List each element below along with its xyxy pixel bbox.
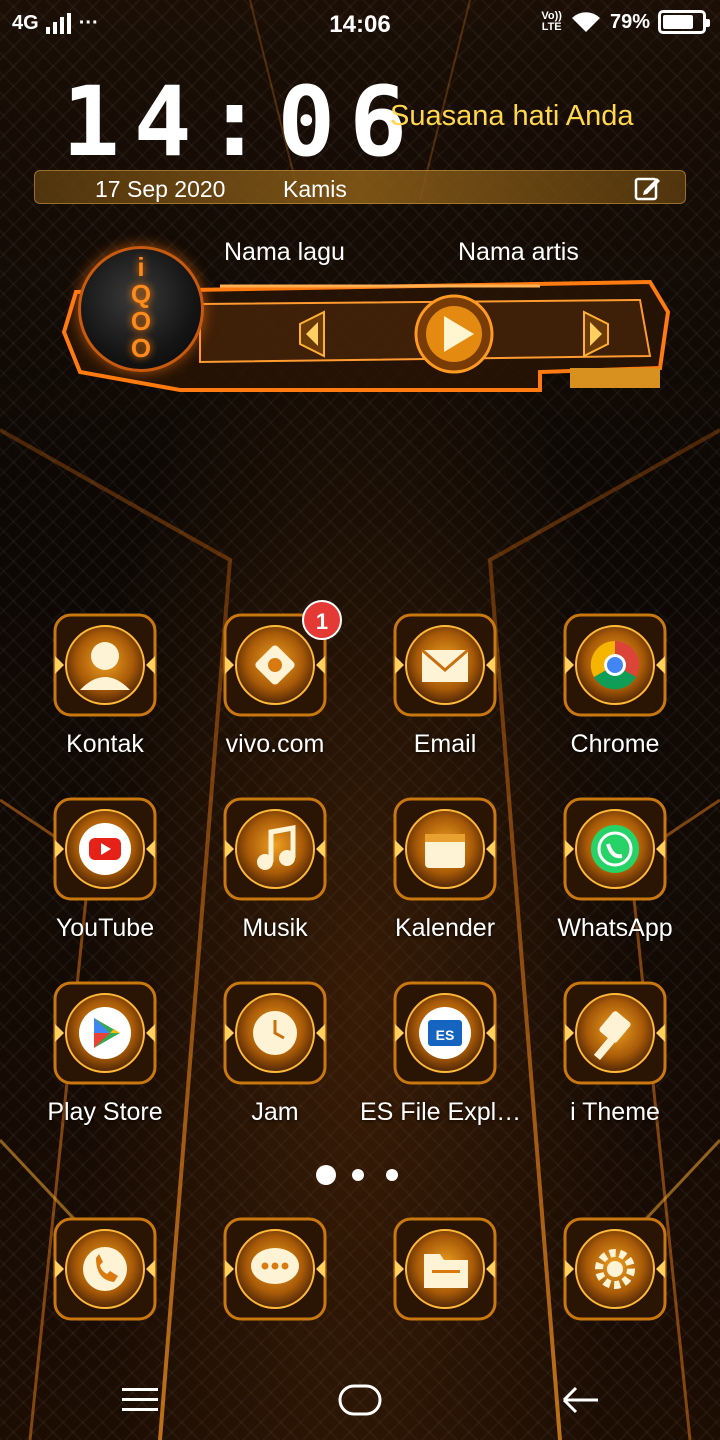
app-label: Musik bbox=[242, 914, 308, 942]
app-label: Jam bbox=[251, 1098, 299, 1126]
menu-button[interactable] bbox=[110, 1378, 170, 1422]
battery-percent: 79% bbox=[609, 10, 650, 33]
play-store-icon[interactable] bbox=[52, 980, 158, 1086]
dock-messages[interactable] bbox=[190, 1216, 360, 1322]
page-dot[interactable] bbox=[386, 1169, 398, 1181]
app-theme[interactable]: i Theme bbox=[530, 980, 700, 1127]
app-contacts[interactable]: Kontak bbox=[20, 612, 190, 759]
theme-icon[interactable] bbox=[562, 980, 668, 1086]
volte-icon: Vo)) LTE bbox=[541, 10, 562, 33]
next-track-button[interactable] bbox=[582, 310, 610, 358]
contacts-icon[interactable] bbox=[52, 612, 158, 718]
app-youtube[interactable]: YouTube bbox=[20, 796, 190, 943]
page-indicator bbox=[316, 1165, 406, 1185]
date-text: 17 Sep 2020 bbox=[95, 176, 226, 202]
app-label: YouTube bbox=[55, 914, 155, 942]
dock-files[interactable] bbox=[360, 1216, 530, 1322]
previous-track-button[interactable] bbox=[298, 310, 326, 358]
navigation-bar bbox=[0, 1360, 720, 1440]
date-bar[interactable]: 17 Sep 2020 Kamis bbox=[34, 170, 686, 204]
app-label: vivo.com bbox=[225, 730, 325, 758]
app-chrome[interactable]: Chrome bbox=[530, 612, 700, 759]
chrome-icon[interactable] bbox=[562, 612, 668, 718]
dock-phone[interactable] bbox=[20, 1216, 190, 1322]
app-clock[interactable]: Jam bbox=[190, 980, 360, 1127]
mood-text[interactable]: Suasana hati Anda bbox=[390, 100, 633, 133]
email-icon[interactable] bbox=[392, 612, 498, 718]
app-label: i Theme bbox=[570, 1098, 660, 1126]
files-icon[interactable] bbox=[392, 1216, 498, 1322]
calendar-icon[interactable] bbox=[392, 796, 498, 902]
app-label: WhatsApp bbox=[557, 914, 673, 942]
dock-settings[interactable] bbox=[530, 1216, 700, 1322]
notification-badge: 1 bbox=[302, 600, 342, 640]
app-label: Kalender bbox=[394, 914, 496, 942]
day-text: Kamis bbox=[283, 176, 347, 202]
svg-text:ES: ES bbox=[436, 1027, 455, 1043]
es-file-explorer-icon[interactable]: ES bbox=[392, 980, 498, 1086]
messages-icon[interactable] bbox=[222, 1216, 328, 1322]
battery-icon bbox=[658, 10, 710, 34]
music-icon[interactable] bbox=[222, 796, 328, 902]
iqoo-logo-text: i Q O O bbox=[130, 252, 152, 363]
wifi-icon bbox=[571, 12, 600, 32]
app-label: Chrome bbox=[570, 730, 660, 758]
app-label: ES File Explo… bbox=[360, 1098, 530, 1126]
home-button[interactable] bbox=[330, 1378, 390, 1422]
song-title: Nama lagu bbox=[224, 238, 345, 266]
clock-widget-time[interactable]: 14:06 bbox=[62, 72, 421, 172]
app-calendar[interactable]: Kalender bbox=[360, 796, 530, 943]
phone-icon[interactable] bbox=[52, 1216, 158, 1322]
app-es-file-explorer[interactable]: ES ES File Explo… bbox=[360, 980, 530, 1127]
page-dot[interactable] bbox=[352, 1169, 364, 1181]
youtube-icon[interactable] bbox=[52, 796, 158, 902]
app-label: Email bbox=[413, 730, 477, 758]
app-vivo[interactable]: 1 vivo.com bbox=[190, 600, 360, 759]
status-bar: 4G ··· 14:06 Vo)) LTE 79% bbox=[0, 0, 720, 52]
app-email[interactable]: Email bbox=[360, 612, 530, 759]
whatsapp-icon[interactable] bbox=[562, 796, 668, 902]
edit-icon[interactable] bbox=[633, 174, 661, 202]
app-play-store[interactable]: Play Store bbox=[20, 980, 190, 1127]
back-button[interactable] bbox=[550, 1378, 610, 1422]
page-dot-active[interactable] bbox=[316, 1165, 336, 1185]
vivo-icon[interactable]: 1 bbox=[222, 600, 342, 718]
settings-icon[interactable] bbox=[562, 1216, 668, 1322]
artist-name: Nama artis bbox=[458, 238, 579, 266]
app-label: Kontak bbox=[66, 730, 144, 758]
play-button[interactable] bbox=[414, 294, 494, 374]
app-label: Play Store bbox=[47, 1098, 163, 1126]
app-music[interactable]: Musik bbox=[190, 796, 360, 943]
clock-icon[interactable] bbox=[222, 980, 328, 1086]
app-whatsapp[interactable]: WhatsApp bbox=[530, 796, 700, 943]
